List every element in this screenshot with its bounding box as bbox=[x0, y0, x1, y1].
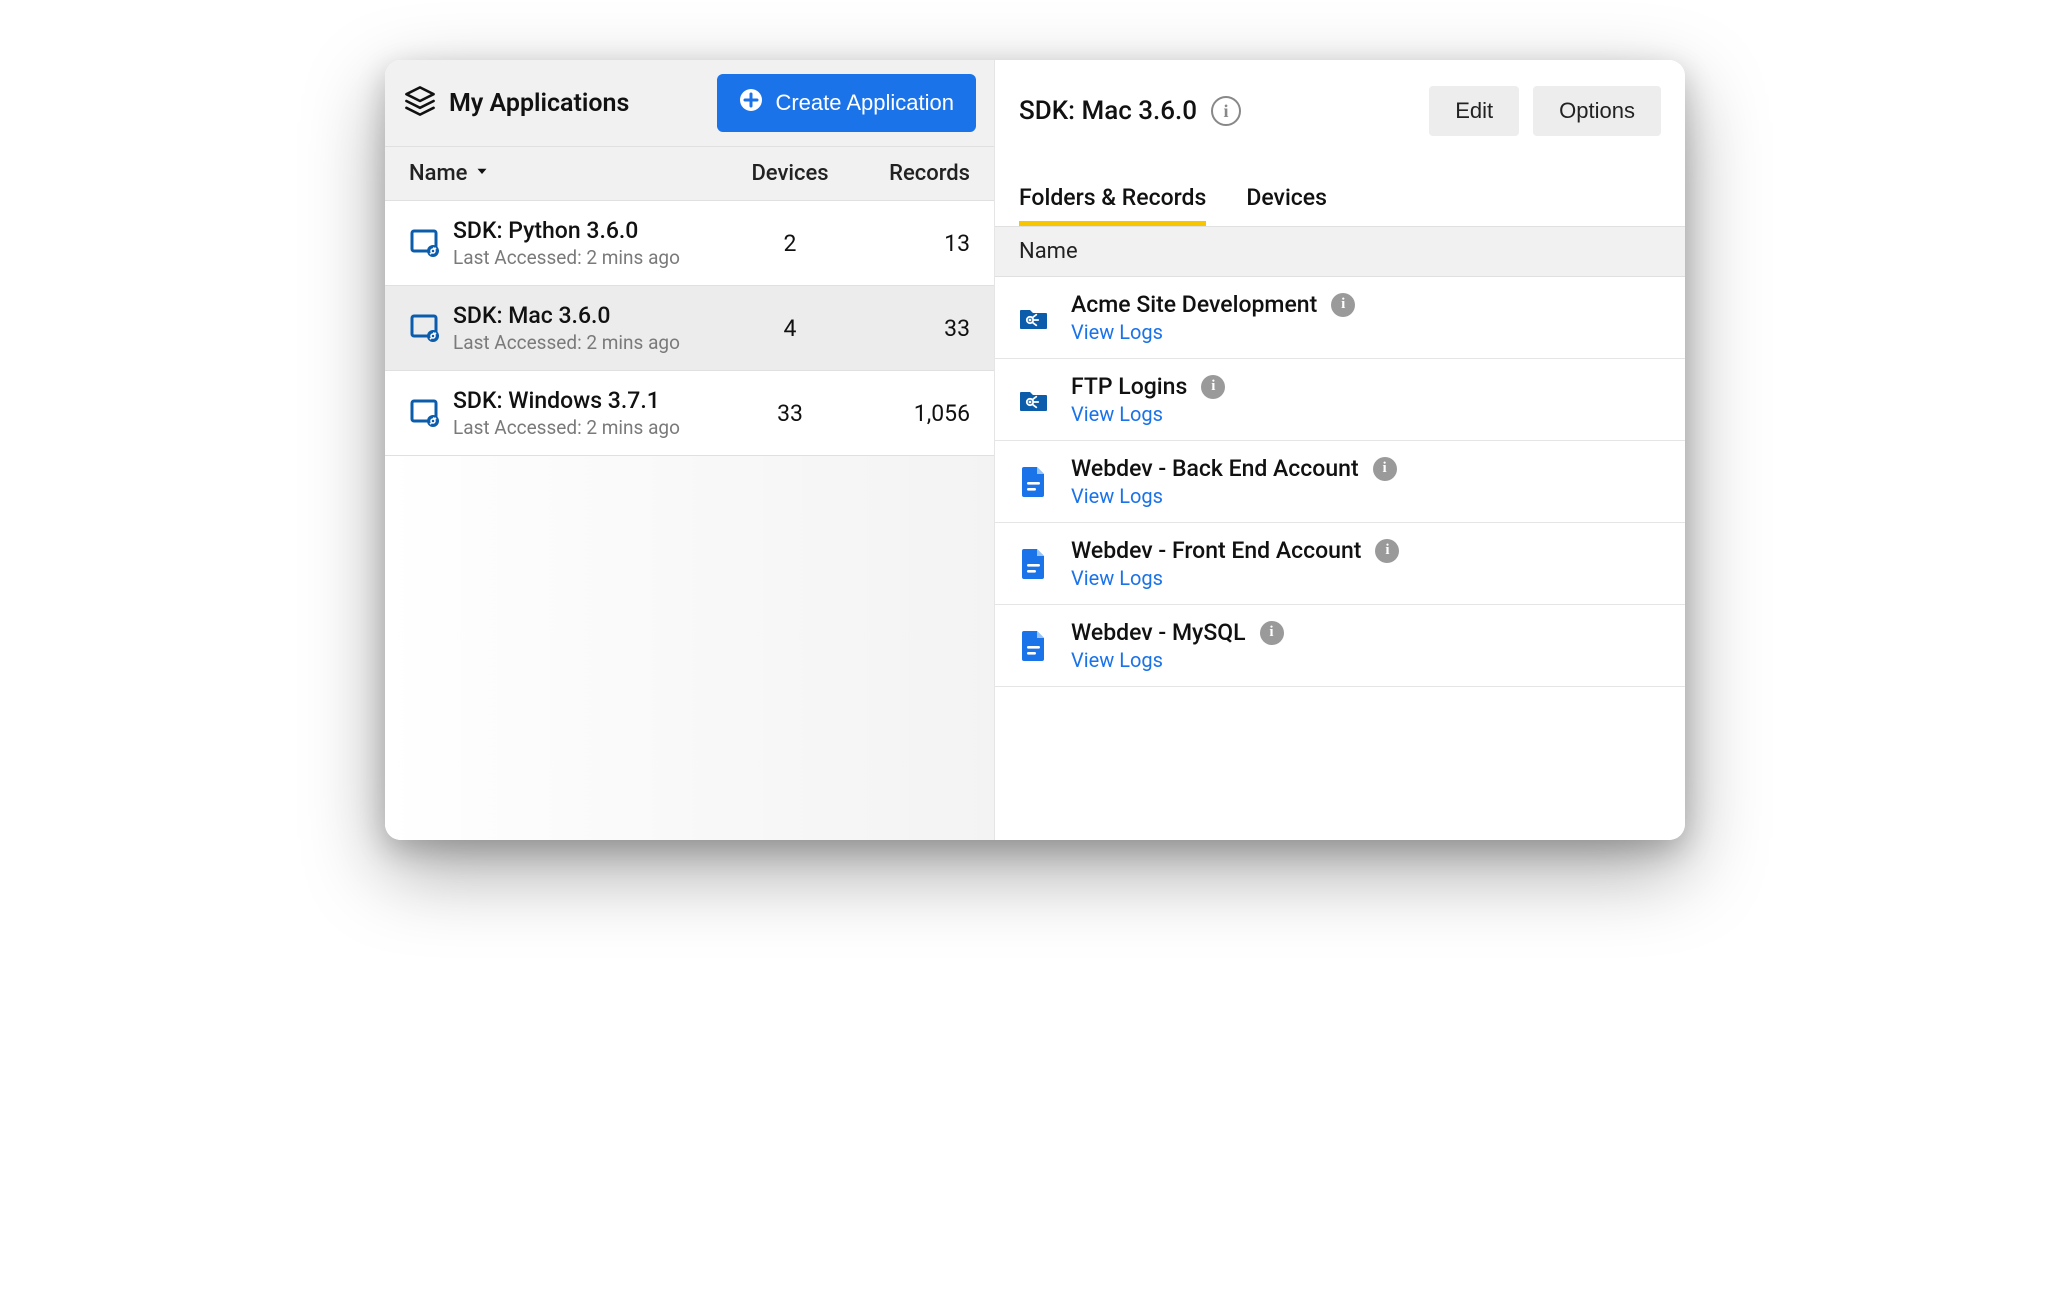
application-records-count: 1,056 bbox=[850, 400, 970, 427]
shared-folder-icon bbox=[1019, 301, 1055, 335]
record-name: Webdev - MySQL bbox=[1071, 619, 1246, 646]
info-icon[interactable]: i bbox=[1260, 621, 1284, 645]
application-info: SDK: Mac 3.6.0Last Accessed: 2 mins ago bbox=[453, 302, 730, 354]
detail-tabs: Folders & Records Devices bbox=[995, 156, 1685, 226]
detail-header: SDK: Mac 3.6.0 i Edit Options bbox=[995, 60, 1685, 156]
record-row[interactable]: Webdev - Back End Account i View Logs bbox=[995, 441, 1685, 523]
application-last-accessed: Last Accessed: 2 mins ago bbox=[453, 331, 730, 354]
application-records-count: 33 bbox=[850, 315, 970, 342]
application-row[interactable]: SDK: Windows 3.7.1Last Accessed: 2 mins … bbox=[385, 371, 994, 456]
info-icon[interactable]: i bbox=[1375, 539, 1399, 563]
application-row[interactable]: SDK: Python 3.6.0Last Accessed: 2 mins a… bbox=[385, 201, 994, 286]
application-last-accessed: Last Accessed: 2 mins ago bbox=[453, 416, 730, 439]
view-logs-link[interactable]: View Logs bbox=[1071, 320, 1355, 344]
view-logs-link[interactable]: View Logs bbox=[1071, 402, 1225, 426]
records-column-header: Name bbox=[995, 226, 1685, 277]
application-records-count: 13 bbox=[850, 230, 970, 257]
column-headers: Name Devices Records bbox=[385, 147, 994, 201]
application-last-accessed: Last Accessed: 2 mins ago bbox=[453, 246, 730, 269]
options-button[interactable]: Options bbox=[1533, 86, 1661, 136]
shared-folder-icon bbox=[1019, 383, 1055, 417]
application-list: SDK: Python 3.6.0Last Accessed: 2 mins a… bbox=[385, 201, 994, 456]
record-info: Acme Site Development i View Logs bbox=[1071, 291, 1355, 344]
create-application-label: Create Application bbox=[775, 90, 954, 116]
brand-logo-icon bbox=[403, 84, 437, 122]
edit-button[interactable]: Edit bbox=[1429, 86, 1519, 136]
record-name: Acme Site Development bbox=[1071, 291, 1317, 318]
column-header-devices[interactable]: Devices bbox=[730, 161, 850, 186]
detail-panel: SDK: Mac 3.6.0 i Edit Options Folders & … bbox=[995, 60, 1685, 840]
application-icon bbox=[409, 396, 453, 430]
detail-title: SDK: Mac 3.6.0 bbox=[1019, 96, 1197, 126]
view-logs-link[interactable]: View Logs bbox=[1071, 566, 1399, 590]
record-name: Webdev - Back End Account bbox=[1071, 455, 1359, 482]
application-devices-count: 33 bbox=[730, 400, 850, 427]
file-icon bbox=[1019, 547, 1055, 581]
record-row[interactable]: Acme Site Development i View Logs bbox=[995, 277, 1685, 359]
create-application-button[interactable]: Create Application bbox=[717, 74, 976, 132]
brand: My Applications bbox=[403, 84, 629, 122]
left-header: My Applications Create Application bbox=[385, 60, 994, 147]
application-name: SDK: Mac 3.6.0 bbox=[453, 302, 730, 329]
application-name: SDK: Python 3.6.0 bbox=[453, 217, 730, 244]
record-info: Webdev - Front End Account i View Logs bbox=[1071, 537, 1399, 590]
file-icon bbox=[1019, 465, 1055, 499]
tab-devices[interactable]: Devices bbox=[1246, 184, 1327, 226]
record-name: Webdev - Front End Account bbox=[1071, 537, 1361, 564]
application-icon bbox=[409, 311, 453, 345]
applications-panel: My Applications Create Application Name … bbox=[385, 60, 995, 840]
application-name: SDK: Windows 3.7.1 bbox=[453, 387, 730, 414]
info-icon[interactable]: i bbox=[1201, 375, 1225, 399]
info-icon[interactable]: i bbox=[1331, 293, 1355, 317]
plus-circle-icon bbox=[739, 88, 763, 118]
tab-folders-records[interactable]: Folders & Records bbox=[1019, 184, 1206, 226]
application-info: SDK: Windows 3.7.1Last Accessed: 2 mins … bbox=[453, 387, 730, 439]
view-logs-link[interactable]: View Logs bbox=[1071, 648, 1284, 672]
records-list: Acme Site DevelopmentiView LogsFTP Login… bbox=[995, 277, 1685, 687]
info-icon[interactable]: i bbox=[1373, 457, 1397, 481]
sort-desc-icon bbox=[473, 161, 491, 186]
application-devices-count: 2 bbox=[730, 230, 850, 257]
record-row[interactable]: Webdev - MySQL i View Logs bbox=[995, 605, 1685, 687]
file-icon bbox=[1019, 629, 1055, 663]
view-logs-link[interactable]: View Logs bbox=[1071, 484, 1397, 508]
record-row[interactable]: FTP Logins i View Logs bbox=[995, 359, 1685, 441]
page-title: My Applications bbox=[449, 89, 629, 118]
application-row[interactable]: SDK: Mac 3.6.0Last Accessed: 2 mins ago4… bbox=[385, 286, 994, 371]
app-window: My Applications Create Application Name … bbox=[385, 60, 1685, 840]
application-icon bbox=[409, 226, 453, 260]
application-devices-count: 4 bbox=[730, 315, 850, 342]
record-name: FTP Logins bbox=[1071, 373, 1187, 400]
column-header-records[interactable]: Records bbox=[850, 161, 970, 186]
record-info: FTP Logins i View Logs bbox=[1071, 373, 1225, 426]
record-info: Webdev - MySQL i View Logs bbox=[1071, 619, 1284, 672]
record-row[interactable]: Webdev - Front End Account i View Logs bbox=[995, 523, 1685, 605]
column-header-name-label: Name bbox=[409, 161, 467, 186]
column-header-name[interactable]: Name bbox=[409, 161, 730, 186]
record-info: Webdev - Back End Account i View Logs bbox=[1071, 455, 1397, 508]
info-icon[interactable]: i bbox=[1211, 96, 1241, 126]
left-panel-empty-space bbox=[385, 456, 994, 840]
application-info: SDK: Python 3.6.0Last Accessed: 2 mins a… bbox=[453, 217, 730, 269]
